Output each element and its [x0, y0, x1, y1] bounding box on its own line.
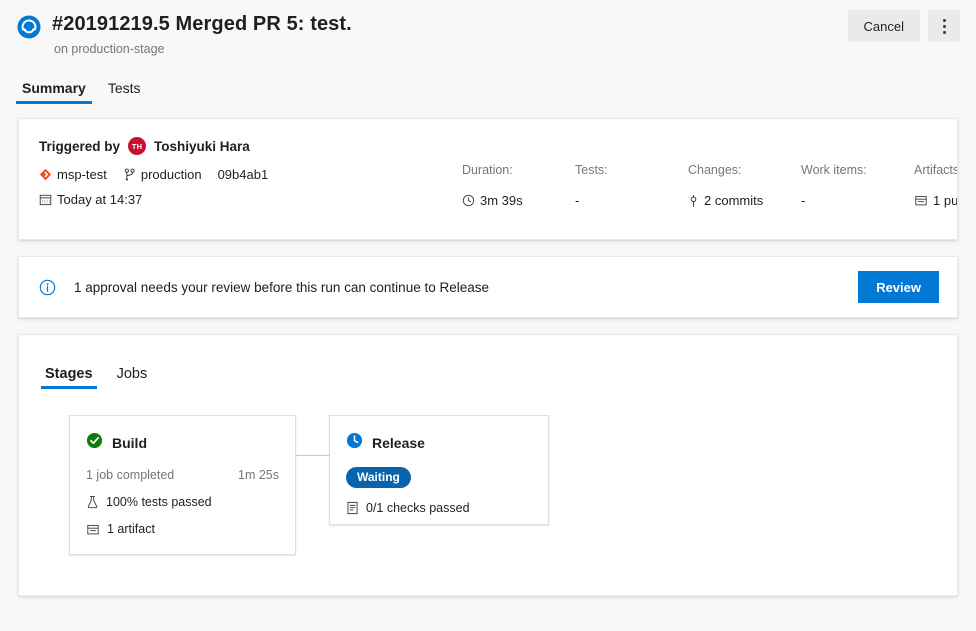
stat-value-text: 2 commits: [704, 193, 764, 208]
stat-label: Work items:: [801, 163, 867, 177]
stages-card: Stages Jobs Build 1 job completed 1m 25s: [18, 334, 958, 596]
stat-value: -: [575, 193, 688, 208]
title-row: #20191219.5 Merged PR 5: test. on produc…: [16, 10, 960, 58]
status-badge: Waiting: [346, 467, 411, 488]
page-subtitle: on production-stage: [54, 42, 165, 56]
tab-summary[interactable]: Summary: [16, 80, 92, 104]
stat-work-items: Work items: -: [801, 161, 914, 208]
stage-subrow: 1 job completed 1m 25s: [86, 468, 279, 482]
stat-value: 3m 39s: [462, 193, 575, 208]
stat-value[interactable]: 2 commits: [688, 193, 801, 208]
page-title: #20191219.5 Merged PR 5: test.: [52, 13, 352, 35]
stat-value[interactable]: 1 published: [914, 193, 958, 208]
cancel-button[interactable]: Cancel: [847, 10, 920, 42]
test-flask-icon: [86, 495, 99, 509]
branch-icon: [123, 168, 136, 182]
stage-canvas: Build 1 job completed 1m 25s 100% tests …: [19, 415, 957, 575]
dot: [942, 18, 946, 22]
stage-name: Release: [372, 435, 425, 451]
stat-artifacts: Artifacts: 1 published: [914, 161, 958, 208]
stat-value-text: -: [801, 193, 806, 208]
approval-banner: 1 approval needs your review before this…: [18, 256, 958, 318]
branch-name: production: [140, 167, 202, 182]
avatar: TH: [128, 137, 147, 155]
stat-changes: Changes: 2 commits: [688, 161, 801, 208]
stat-value-text: 3m 39s: [480, 193, 523, 208]
stat-value: -: [801, 193, 914, 208]
tab-stages[interactable]: Stages: [41, 366, 97, 389]
stat-label: Duration:: [462, 163, 513, 177]
azure-repos-icon: [39, 168, 52, 181]
stat-value-text: -: [575, 193, 580, 208]
stage-name: Build: [112, 435, 147, 451]
stat-duration: Duration: 3m 39s: [462, 161, 575, 208]
stat-label: Artifacts:: [914, 163, 958, 177]
stage-node-release[interactable]: Release Waiting 0/1 checks passed: [329, 415, 549, 525]
checklist-icon: [346, 501, 359, 515]
stages-tabs: Stages Jobs: [19, 335, 957, 389]
tab-jobs[interactable]: Jobs: [113, 366, 152, 389]
stage-detail-text: 100% tests passed: [106, 495, 212, 509]
dot: [942, 30, 946, 34]
triggered-by-label: Triggered by: [39, 138, 121, 154]
stage-node-build[interactable]: Build 1 job completed 1m 25s 100% tests …: [69, 415, 296, 555]
triggered-by-row: Triggered by TH Toshiyuki Hara: [39, 137, 937, 155]
stage-detail-checks[interactable]: 0/1 checks passed: [346, 501, 532, 515]
artifact-icon: [86, 523, 100, 536]
run-stats: Duration: 3m 39s Tests: - Changes: 2 com…: [462, 161, 957, 208]
stage-duration: 1m 25s: [238, 468, 279, 482]
review-button[interactable]: Review: [858, 271, 939, 303]
stage-connector: [296, 455, 329, 456]
stage-detail-tests[interactable]: 100% tests passed: [86, 495, 279, 509]
clock-icon: [462, 194, 475, 207]
info-circle-icon: [39, 279, 56, 296]
waiting-clock-icon: [346, 432, 363, 454]
repo-name: msp-test: [57, 167, 107, 182]
top-tabs: Summary Tests: [0, 74, 976, 104]
stage-detail-text: 1 artifact: [107, 522, 155, 536]
success-check-icon: [86, 432, 103, 454]
artifact-icon: [914, 194, 928, 207]
stat-label: Changes:: [688, 163, 742, 177]
commit-hash[interactable]: 09b4ab1: [218, 167, 269, 182]
pipeline-running-icon: [16, 14, 42, 40]
header-actions: Cancel: [847, 10, 960, 42]
stage-detail-text: 0/1 checks passed: [366, 501, 470, 515]
branch-link[interactable]: production: [123, 167, 202, 182]
stage-header: Build: [86, 432, 279, 454]
more-vertical-icon[interactable]: [928, 10, 960, 42]
page-header: #20191219.5 Merged PR 5: test. on produc…: [0, 0, 976, 58]
stage-detail-artifact[interactable]: 1 artifact: [86, 522, 279, 536]
stat-label: Tests:: [575, 163, 608, 177]
user-name: Toshiyuki Hara: [154, 138, 250, 154]
repo-link[interactable]: msp-test: [39, 167, 107, 182]
run-date-text: Today at 14:37: [57, 192, 143, 207]
stat-value-text: 1 published: [933, 193, 958, 208]
commit-icon: [688, 194, 699, 208]
run-date: Today at 14:37: [39, 192, 142, 207]
stage-job-summary: 1 job completed: [86, 468, 175, 482]
stat-tests: Tests: -: [575, 161, 688, 208]
run-summary-card: Triggered by TH Toshiyuki Hara msp-test: [18, 118, 958, 240]
title-block: #20191219.5 Merged PR 5: test. on produc…: [52, 10, 352, 58]
calendar-icon: [39, 193, 52, 206]
approval-message: 1 approval needs your review before this…: [74, 279, 489, 295]
dot: [942, 24, 946, 28]
tab-tests[interactable]: Tests: [102, 80, 147, 104]
stage-header: Release: [346, 432, 532, 454]
